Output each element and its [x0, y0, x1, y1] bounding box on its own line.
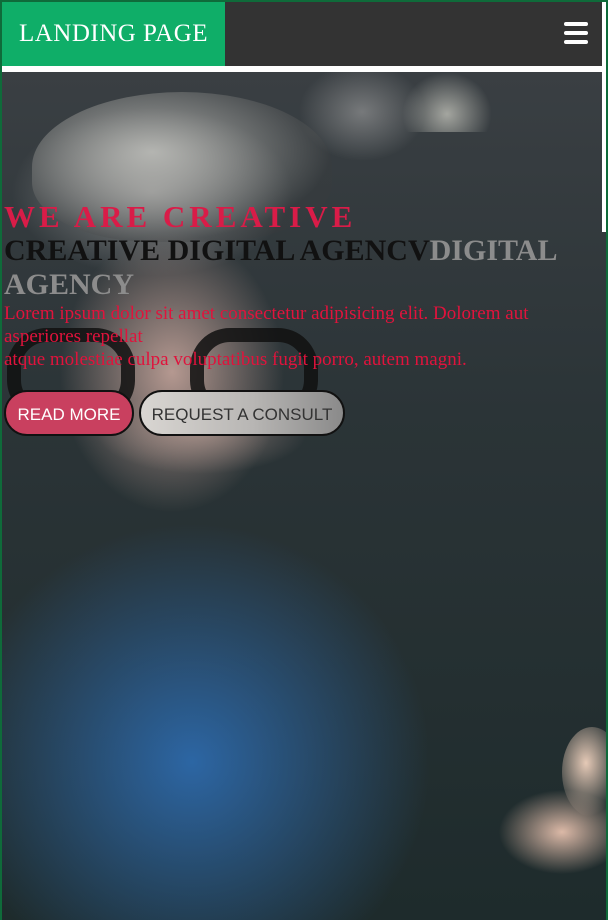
hamburger-bar: [564, 22, 588, 26]
scrollbar-thumb[interactable]: [602, 2, 606, 232]
hamburger-bar: [564, 31, 588, 35]
hero-description-line: atque molestiae culpa voluptatibus fugit…: [4, 349, 467, 370]
page-frame: LANDING PAGE WE ARE CREATIVE CREATIVE DI…: [2, 2, 606, 920]
navbar: LANDING PAGE: [2, 2, 606, 66]
hero-content: WE ARE CREATIVE CREATIVE DIGITAL AGENCVD…: [2, 200, 606, 371]
hero-photo-lamp: [402, 72, 492, 132]
hamburger-bar: [564, 40, 588, 44]
read-more-button[interactable]: READ MORE: [4, 390, 134, 436]
hamburger-menu-icon[interactable]: [564, 22, 588, 44]
hero-headline: CREATIVE DIGITAL AGENCVDIGITAL AGENCY: [2, 234, 606, 302]
request-consult-button[interactable]: REQUEST A CONSULT: [139, 390, 345, 436]
hero-eyebrow: WE ARE CREATIVE: [4, 199, 357, 234]
hero-headline-primary: CREATIVE DIGITAL AGENCV: [4, 234, 430, 267]
scrollbar[interactable]: [602, 2, 606, 920]
hero-description-line: Lorem ipsum dolor sit amet consectetur a…: [4, 303, 529, 347]
hero-photo-hand: [562, 727, 606, 817]
hero-description: Lorem ipsum dolor sit amet consectetur a…: [2, 302, 584, 371]
brand-logo[interactable]: LANDING PAGE: [2, 2, 225, 66]
